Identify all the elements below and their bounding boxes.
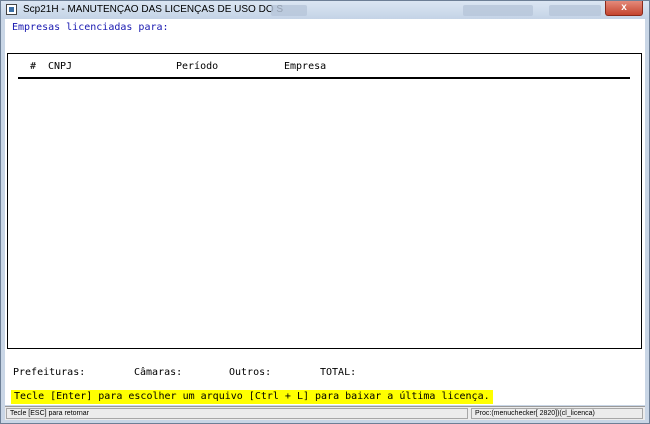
licensed-companies-table[interactable]: # CNPJ Período Empresa	[7, 53, 642, 349]
close-button[interactable]: x	[605, 1, 643, 16]
column-header-empresa: Empresa	[284, 61, 327, 72]
page-title: Empresas licenciadas para:	[12, 22, 169, 33]
column-header-periodo: Período	[176, 61, 219, 72]
application-window: Scp21H - MANUTENÇÃO DAS LICENÇAS DE USO …	[0, 0, 650, 424]
title-bar-reflection	[271, 5, 307, 16]
status-bar: Tecle [ESC] para retornar Proc:(menuchec…	[5, 406, 645, 420]
client-area: Empresas licenciadas para: # CNPJ Períod…	[5, 19, 645, 405]
header-divider	[18, 77, 630, 79]
column-header-cnpj: CNPJ	[48, 61, 73, 72]
title-bar[interactable]: Scp21H - MANUTENÇÃO DAS LICENÇAS DE USO …	[1, 1, 649, 19]
outros-label: Outros:	[229, 367, 272, 378]
app-icon[interactable]	[6, 4, 17, 15]
title-bar-reflection	[549, 5, 601, 16]
total-label: TOTAL:	[320, 367, 357, 378]
prefeituras-label: Prefeituras:	[13, 367, 86, 378]
window-title: Scp21H - MANUTENÇÃO DAS LICENÇAS DE USO …	[23, 4, 283, 15]
camaras-label: Câmaras:	[134, 367, 183, 378]
status-process-info: Proc:(menuchecker[ 2820])(cl_licenca)	[471, 408, 643, 419]
title-bar-reflection	[463, 5, 533, 16]
keyboard-hint: Tecle [Enter] para escolher um arquivo […	[11, 390, 493, 404]
column-header-number: #	[30, 61, 37, 72]
status-message: Tecle [ESC] para retornar	[6, 408, 468, 419]
